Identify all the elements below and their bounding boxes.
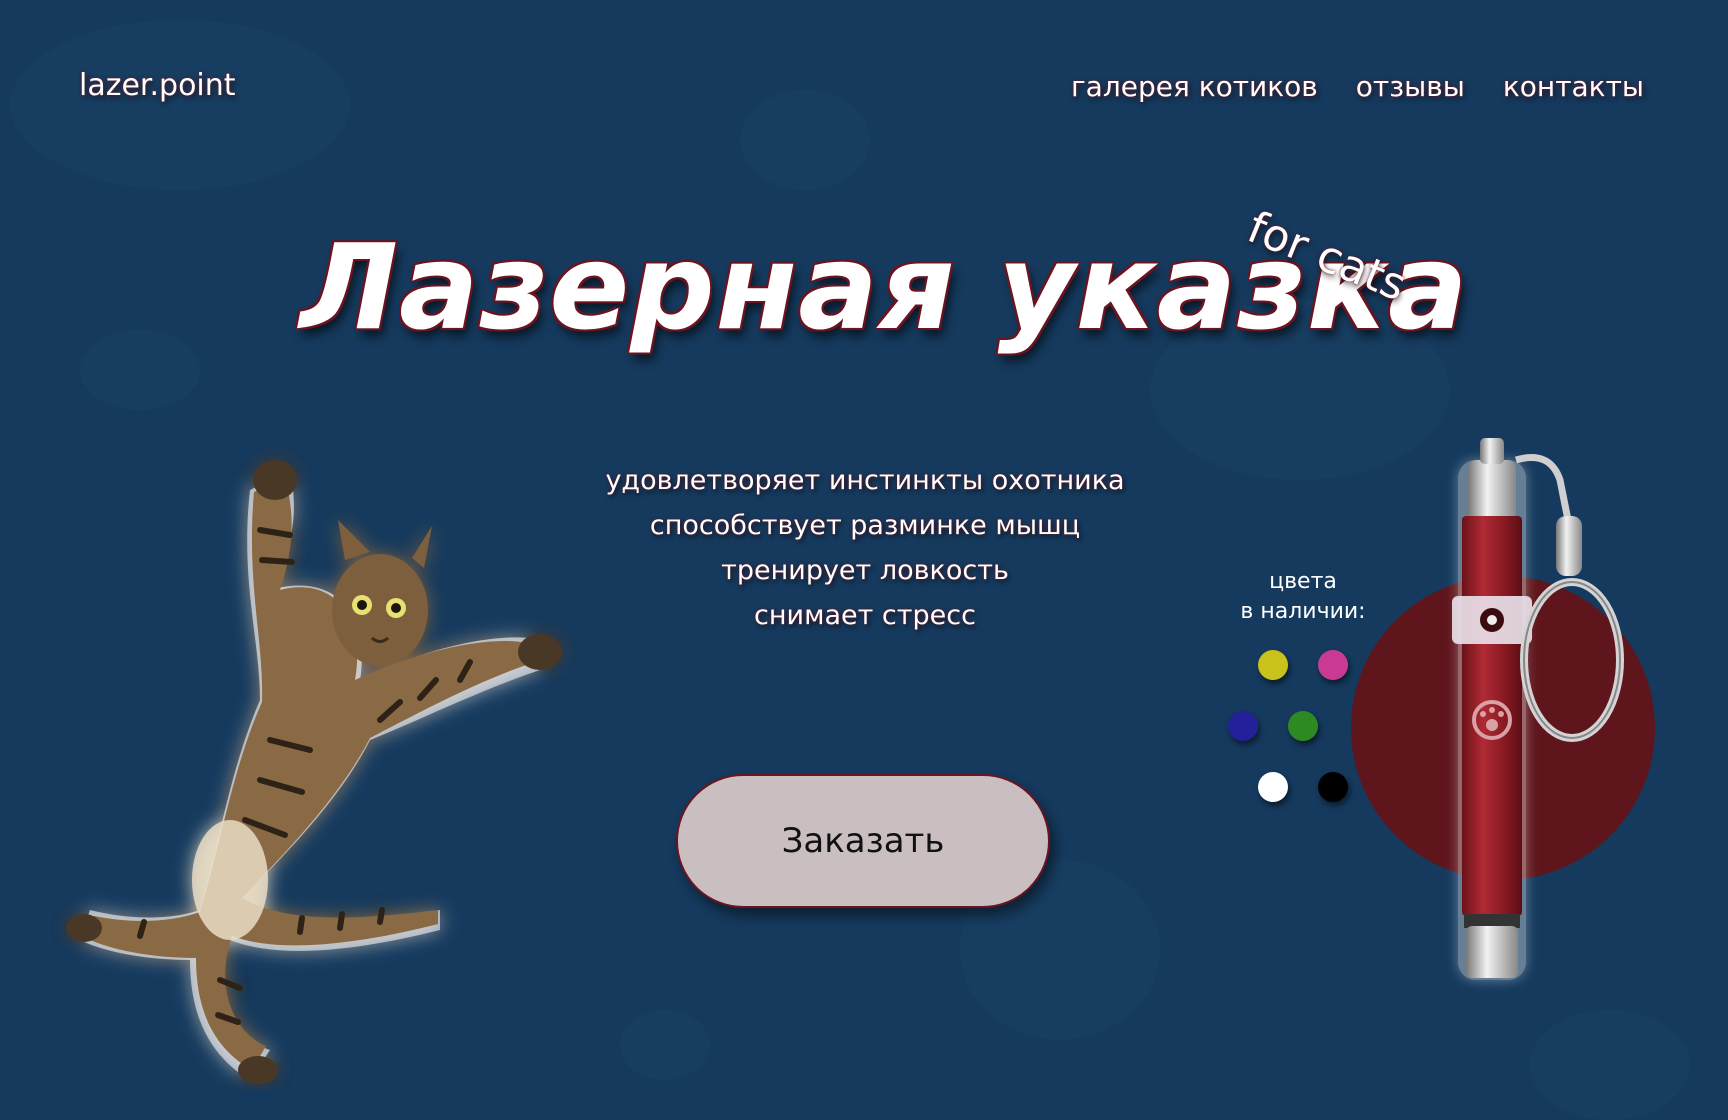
feature-item: способствует разминке мышц xyxy=(649,510,1081,541)
color-swatch-yellow[interactable] xyxy=(1258,650,1288,680)
background-blob xyxy=(620,1010,710,1080)
nav-link-reviews[interactable]: отзывы xyxy=(1356,70,1465,103)
color-swatch-green[interactable] xyxy=(1288,711,1318,741)
feature-item: снимает стресс xyxy=(754,600,976,631)
nav-link-gallery[interactable]: галерея котиков xyxy=(1071,70,1318,103)
background-blob xyxy=(10,20,350,190)
background-blob xyxy=(1530,1010,1690,1120)
feature-item: удовлетворяет инстинкты охотника xyxy=(605,465,1125,496)
feature-item: тренирует ловкость xyxy=(721,555,1009,586)
order-button[interactable]: Заказать xyxy=(676,774,1050,908)
background-blob xyxy=(740,90,870,190)
main-nav: галерея котиков отзывы контакты xyxy=(1071,70,1644,103)
color-swatch-blue[interactable] xyxy=(1228,711,1258,741)
background-blob xyxy=(80,330,200,410)
laser-pointer-image xyxy=(1351,438,1655,980)
feature-list: удовлетворяет инстинкты охотника способс… xyxy=(560,458,1170,638)
jumping-cat-image xyxy=(66,460,562,1084)
color-swatch-white[interactable] xyxy=(1258,772,1288,802)
site-logo[interactable]: lazer.point xyxy=(79,68,236,103)
nav-link-contacts[interactable]: контакты xyxy=(1503,70,1644,103)
